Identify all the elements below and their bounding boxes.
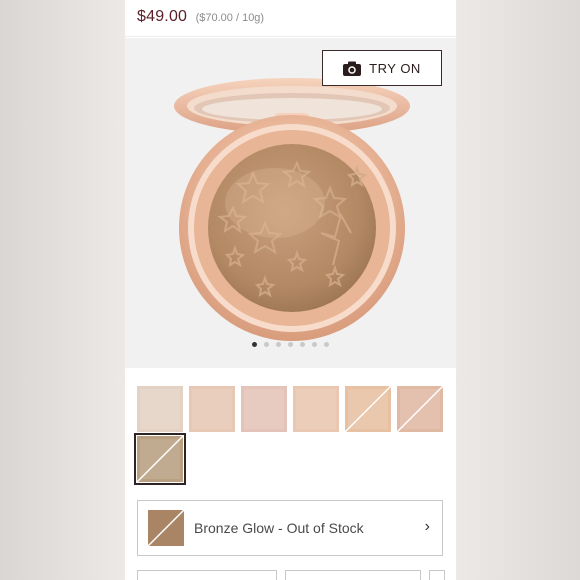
price-row: $49.00 ($70.00 / 10g) (137, 8, 264, 30)
shade-swatch[interactable] (134, 433, 186, 485)
shade-swatch[interactable] (189, 386, 235, 432)
try-on-label: TRY ON (369, 60, 421, 76)
unit-price: ($70.00 / 10g) (195, 12, 265, 24)
product-image-carousel[interactable]: TRY ON (125, 38, 456, 368)
shade-swatch[interactable] (397, 386, 443, 432)
shade-swatch[interactable] (137, 386, 183, 432)
shade-swatch[interactable] (241, 386, 287, 432)
try-on-button[interactable]: TRY ON (322, 50, 442, 86)
product-price: $49.00 (137, 8, 188, 25)
carousel-dot[interactable] (252, 342, 257, 347)
carousel-dot[interactable] (300, 342, 305, 347)
shade-selector[interactable]: Bronze Glow - Out of Stock › (137, 500, 443, 556)
divider (125, 36, 456, 37)
carousel-dots (125, 342, 456, 347)
shade-swatch[interactable] (345, 386, 391, 432)
compact-image (174, 78, 410, 341)
carousel-dot[interactable] (264, 342, 269, 347)
backdrop-left (0, 0, 125, 580)
carousel-dot[interactable] (324, 342, 329, 347)
carousel-dot[interactable] (276, 342, 281, 347)
carousel-dot[interactable] (288, 342, 293, 347)
bottom-action-middle[interactable] (285, 570, 421, 580)
selected-shade-label: Bronze Glow - Out of Stock (194, 520, 364, 536)
carousel-dot[interactable] (312, 342, 317, 347)
bottom-action-right[interactable] (429, 570, 445, 580)
backdrop-right (455, 0, 580, 580)
selected-shade-thumbnail (148, 510, 184, 546)
bottom-action-left[interactable] (137, 570, 277, 580)
shade-swatch[interactable] (293, 386, 339, 432)
camera-icon (343, 61, 362, 76)
chevron-right-icon: › (424, 518, 430, 535)
product-page: $49.00 ($70.00 / 10g) TRY ON Bronze Glow… (125, 0, 456, 580)
